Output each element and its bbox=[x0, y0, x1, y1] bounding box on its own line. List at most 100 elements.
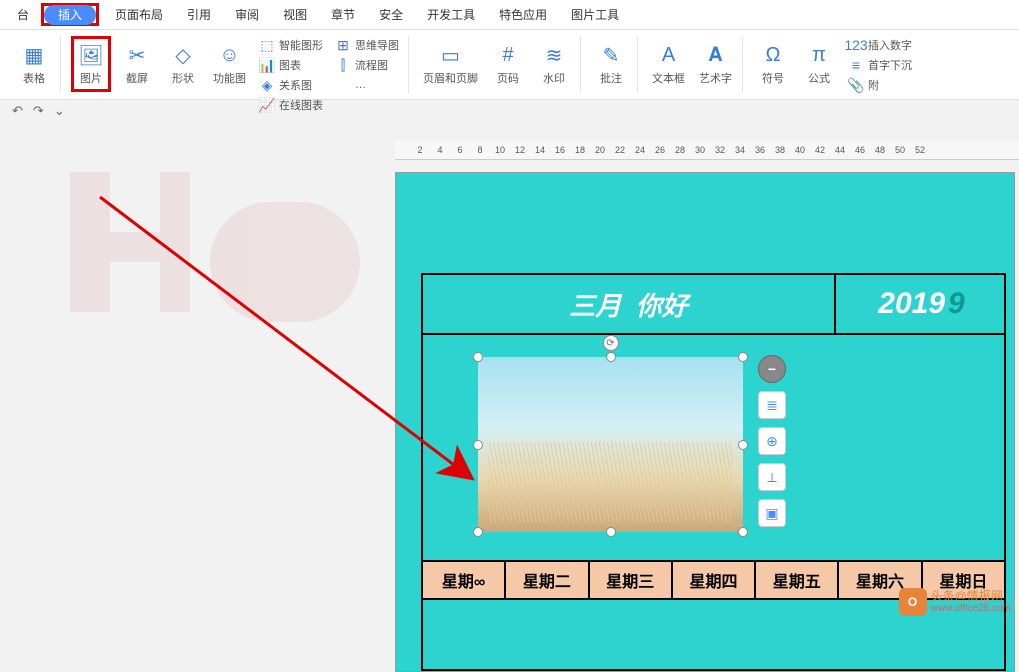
float-crop-button[interactable]: ⟂ bbox=[758, 463, 786, 491]
resize-handle-tl[interactable] bbox=[473, 352, 483, 362]
insertnum-button[interactable]: 123插入数字 bbox=[845, 36, 915, 54]
mindmap-label: 思维导图 bbox=[355, 37, 399, 53]
picture-button[interactable]: 🖼 图片 bbox=[71, 36, 111, 92]
qat-more-button[interactable]: ⌄ bbox=[54, 103, 65, 119]
resize-handle-ml[interactable] bbox=[473, 440, 483, 450]
weekday-cell: 星期五 bbox=[756, 562, 839, 598]
attach-button[interactable]: 📎附 bbox=[845, 76, 915, 94]
shape-button[interactable]: ◇ 形状 bbox=[163, 36, 203, 92]
ruler-tick: 52 bbox=[910, 145, 930, 155]
tab-picture-tools[interactable]: 图片工具 bbox=[559, 1, 631, 28]
symbol-label: 符号 bbox=[762, 70, 784, 86]
undo-button[interactable]: ↶ bbox=[12, 103, 23, 119]
title-year: 2019 bbox=[878, 287, 945, 321]
title-month: 三月 bbox=[569, 286, 621, 323]
ribbon-group-symbol: Ω 符号 π 公式 123插入数字 ≡首字下沉 📎附 bbox=[747, 36, 921, 93]
symbol-icon: Ω bbox=[760, 42, 786, 68]
minus-icon: − bbox=[768, 361, 776, 377]
firstdrop-label: 首字下沉 bbox=[868, 57, 912, 73]
watermark-icon: ≋ bbox=[541, 42, 567, 68]
smartart-label: 智能图形 bbox=[279, 37, 323, 53]
ruler-tick: 26 bbox=[650, 145, 670, 155]
tab-view[interactable]: 视图 bbox=[271, 1, 319, 28]
title-year-shadow: 9 bbox=[948, 287, 965, 321]
float-zoom-button[interactable]: ⊕ bbox=[758, 427, 786, 455]
online-icon: 📈 bbox=[259, 97, 275, 113]
tab-security[interactable]: 安全 bbox=[367, 1, 415, 28]
rotate-handle[interactable]: ⟳ bbox=[603, 335, 619, 351]
resize-handle-bl[interactable] bbox=[473, 527, 483, 537]
ruler-tick: 14 bbox=[530, 145, 550, 155]
mindmap-button[interactable]: ⊞思维导图 bbox=[332, 36, 402, 54]
attach-label: 附 bbox=[868, 77, 879, 93]
float-collapse-button[interactable]: − bbox=[758, 355, 786, 383]
ruler-tick: 40 bbox=[790, 145, 810, 155]
tab-review[interactable]: 审阅 bbox=[223, 1, 271, 28]
equation-button[interactable]: π 公式 bbox=[799, 36, 839, 92]
ruler-tick: 16 bbox=[550, 145, 570, 155]
more-button[interactable]: … bbox=[332, 76, 402, 94]
resize-handle-br[interactable] bbox=[738, 527, 748, 537]
ruler-tick: 4 bbox=[430, 145, 450, 155]
float-select-button[interactable]: ▣ bbox=[758, 499, 786, 527]
select-icon: ▣ bbox=[765, 505, 778, 522]
online-button[interactable]: 📈在线图表 bbox=[256, 96, 326, 114]
wordart-button[interactable]: 𝐀 艺术字 bbox=[695, 36, 736, 92]
ribbon-group-header: ▭ 页眉和页脚 # 页码 ≋ 水印 bbox=[413, 36, 581, 93]
weekday-cell: 星期∞ bbox=[423, 562, 506, 598]
chart-button[interactable]: 📊图表 bbox=[256, 56, 326, 74]
ruler-tick: 10 bbox=[490, 145, 510, 155]
tab-developer[interactable]: 开发工具 bbox=[415, 1, 487, 28]
mindmap-icon: ⊞ bbox=[335, 37, 351, 53]
selected-image[interactable]: ⟳ bbox=[478, 357, 743, 532]
ruler-tick: 22 bbox=[610, 145, 630, 155]
corner-logo-icon: O bbox=[899, 588, 927, 616]
wordart-label: 艺术字 bbox=[699, 70, 732, 86]
symbol-button[interactable]: Ω 符号 bbox=[753, 36, 793, 92]
ribbon: ▦ 表格 🖼 图片 ✂ 截屏 ◇ 形状 ☺ 功能图 ⬚智能图形 📊图表 ◈关系图… bbox=[0, 30, 1019, 100]
firstdrop-button[interactable]: ≡首字下沉 bbox=[845, 56, 915, 74]
screenshot-button[interactable]: ✂ 截屏 bbox=[117, 36, 157, 92]
flowchart-button[interactable]: ⫿流程图 bbox=[332, 56, 402, 74]
float-layout-button[interactable]: ≣ bbox=[758, 391, 786, 419]
smartart-button[interactable]: ⬚智能图形 bbox=[256, 36, 326, 54]
ruler-tick: 18 bbox=[570, 145, 590, 155]
ruler-tick: 6 bbox=[450, 145, 470, 155]
tab-references[interactable]: 引用 bbox=[175, 1, 223, 28]
watermark-button[interactable]: ≋ 水印 bbox=[534, 36, 574, 92]
table-button[interactable]: ▦ 表格 bbox=[14, 36, 54, 92]
horizontal-ruler[interactable]: 2 4 6 8 10 12 14 16 18 20 22 24 26 28 30… bbox=[395, 140, 1019, 160]
pagenum-button[interactable]: # 页码 bbox=[488, 36, 528, 92]
menu-tab-bar: 台 插入 页面布局 引用 审阅 视图 章节 安全 开发工具 特色应用 图片工具 bbox=[0, 0, 1019, 30]
headerfooter-icon: ▭ bbox=[438, 42, 464, 68]
textbox-button[interactable]: A 文本框 bbox=[648, 36, 689, 92]
weekday-cell: 星期四 bbox=[673, 562, 756, 598]
comment-button[interactable]: ✎ 批注 bbox=[591, 36, 631, 92]
relation-button[interactable]: ◈关系图 bbox=[256, 76, 326, 94]
resize-handle-tr[interactable] bbox=[738, 352, 748, 362]
tab-special[interactable]: 特色应用 bbox=[487, 1, 559, 28]
chart-label: 图表 bbox=[279, 57, 301, 73]
title-text-cell: 三月 你好 bbox=[423, 275, 834, 333]
insertnum-icon: 123 bbox=[848, 37, 864, 53]
redo-button[interactable]: ↷ bbox=[33, 103, 44, 119]
tab-prefix: 台 bbox=[5, 1, 41, 28]
ruler-tick: 50 bbox=[890, 145, 910, 155]
tab-insert[interactable]: 插入 bbox=[44, 5, 96, 25]
resize-handle-mr[interactable] bbox=[738, 440, 748, 450]
icon-icon: ☺ bbox=[217, 42, 243, 68]
headerfooter-button[interactable]: ▭ 页眉和页脚 bbox=[419, 36, 482, 92]
icon-button[interactable]: ☺ 功能图 bbox=[209, 36, 250, 92]
firstdrop-icon: ≡ bbox=[848, 57, 864, 73]
tab-page-layout[interactable]: 页面布局 bbox=[103, 1, 175, 28]
corner-url: www.office26.com bbox=[931, 603, 1011, 614]
image-float-toolbar: − ≣ ⊕ ⟂ ▣ bbox=[758, 355, 786, 527]
resize-handle-bm[interactable] bbox=[606, 527, 616, 537]
resize-handle-tm[interactable] bbox=[606, 352, 616, 362]
picture-icon: 🖼 bbox=[78, 42, 104, 68]
comment-icon: ✎ bbox=[598, 42, 624, 68]
ruler-tick: 2 bbox=[410, 145, 430, 155]
watermark-label: 水印 bbox=[543, 70, 565, 86]
flowchart-icon: ⫿ bbox=[335, 57, 351, 73]
tab-section[interactable]: 章节 bbox=[319, 1, 367, 28]
